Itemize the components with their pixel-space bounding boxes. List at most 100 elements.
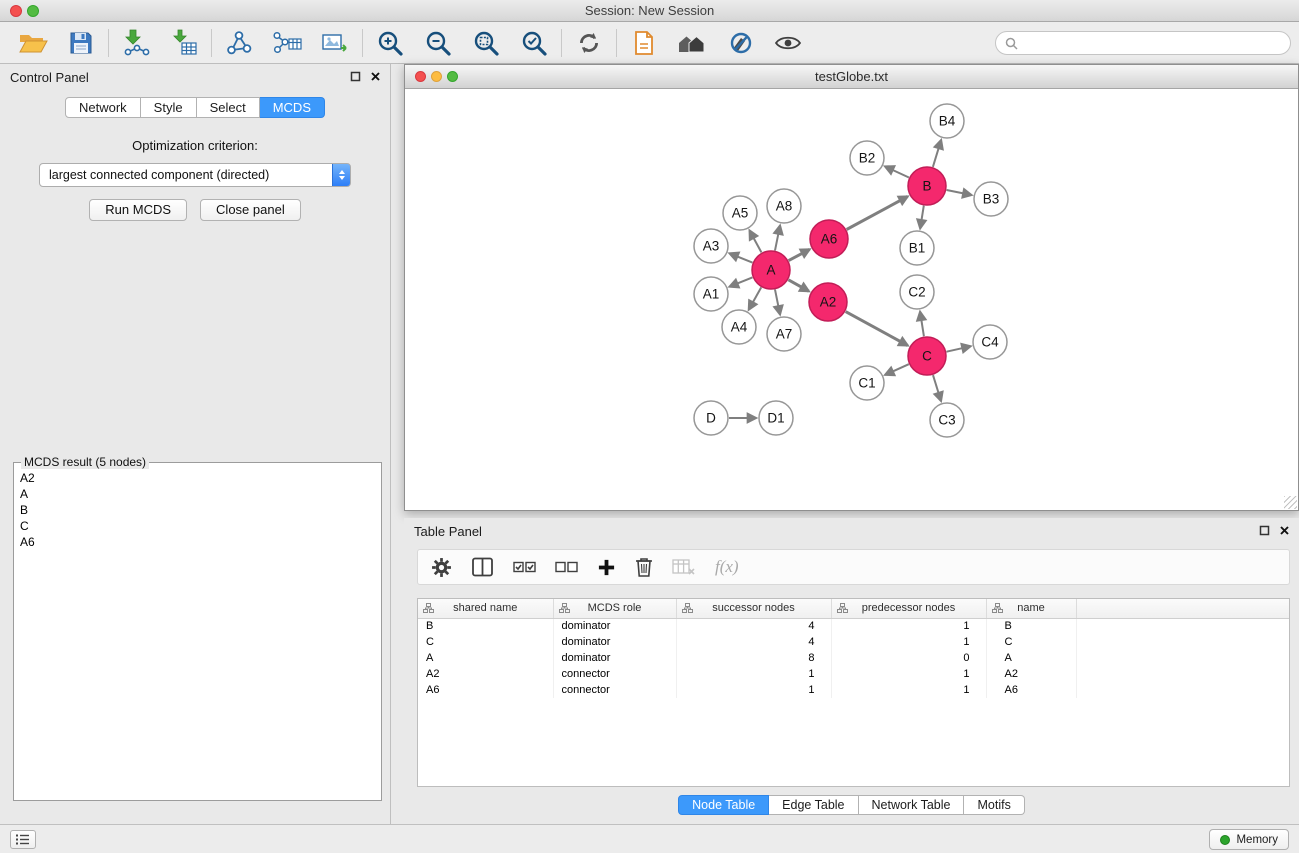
zoom-fit-icon[interactable] [470,27,502,59]
add-row-plus-icon[interactable] [597,558,616,577]
image-export-icon[interactable] [319,27,351,59]
table-row[interactable]: Cdominator41C [418,634,1289,650]
import-network-icon[interactable] [120,27,152,59]
mcds-result-item[interactable]: A2 [20,470,375,486]
tab-motifs[interactable]: Motifs [964,795,1024,815]
graph-edge-A-A6[interactable] [789,249,810,260]
graph-edge-A-A1[interactable] [730,277,753,286]
float-table-panel-icon[interactable] [1259,525,1270,536]
network-table-icon[interactable] [271,27,303,59]
graph-node-C4[interactable]: C4 [973,325,1007,359]
table-row[interactable]: A6connector11A6 [418,682,1289,698]
column-header-shared-name[interactable]: shared name [418,599,553,618]
refresh-icon[interactable] [573,27,605,59]
minimize-network-button[interactable] [431,71,442,82]
show-panels-button[interactable] [10,830,36,849]
graph-edge-C-C4[interactable] [947,346,971,351]
gear-icon[interactable] [431,557,452,578]
zoom-network-button[interactable] [447,71,458,82]
column-header-MCDS-role[interactable]: MCDS role [553,599,676,618]
graph-node-A[interactable]: A [752,251,790,289]
search-input[interactable] [1023,36,1281,50]
optimization-criterion-select[interactable]: largest connected component (directed) [39,163,351,187]
trash-icon[interactable] [635,556,653,578]
column-header-successor-nodes[interactable]: successor nodes [676,599,831,618]
tab-style[interactable]: Style [141,97,197,118]
home-houses-icon[interactable] [676,27,708,59]
network-window-titlebar[interactable]: testGlobe.txt [405,65,1298,89]
close-panel-button[interactable]: Close panel [200,199,301,221]
column-header-name[interactable]: name [986,599,1076,618]
graph-node-B3[interactable]: B3 [974,182,1008,216]
select-all-icon[interactable] [513,560,536,574]
graph-node-D[interactable]: D [694,401,728,435]
node-table[interactable]: shared nameMCDS rolesuccessor nodesprede… [417,598,1290,787]
graph-node-A6[interactable]: A6 [810,220,848,258]
graph-edge-B-B1[interactable] [920,206,924,229]
open-session-folder-icon[interactable] [17,27,49,59]
graph-node-A4[interactable]: A4 [722,310,756,344]
tab-network-table[interactable]: Network Table [859,795,965,815]
close-table-panel-icon[interactable] [1279,525,1290,536]
zoom-in-icon[interactable] [374,27,406,59]
graph-edge-A-A4[interactable] [749,287,761,309]
network-share-icon[interactable] [223,27,255,59]
table-row[interactable]: Adominator80A [418,650,1289,666]
graph-edge-A-A8[interactable] [775,226,780,251]
graph-node-C1[interactable]: C1 [850,366,884,400]
zoom-out-icon[interactable] [422,27,454,59]
eye-icon[interactable] [772,27,804,59]
mcds-result-item[interactable]: B [20,502,375,518]
save-session-icon[interactable] [65,27,97,59]
network-canvas[interactable]: B4B2BB3A5A8A6B1A3AC2A1A2A4A7C1CC4C3DD1 [405,89,1298,510]
tab-mcds[interactable]: MCDS [260,97,325,118]
mcds-result-item[interactable]: A6 [20,534,375,550]
table-row[interactable]: Bdominator41B [418,618,1289,634]
graph-edge-A2-C[interactable] [846,312,908,346]
graph-node-B1[interactable]: B1 [900,231,934,265]
resize-grip[interactable] [1284,496,1297,509]
network-graph[interactable]: B4B2BB3A5A8A6B1A3AC2A1A2A4A7C1CC4C3DD1 [405,89,1298,510]
report-document-icon[interactable] [628,27,660,59]
graph-edge-B-B2[interactable] [885,167,909,178]
graph-edge-B-B3[interactable] [947,190,972,195]
graph-node-A5[interactable]: A5 [723,196,757,230]
graph-node-A1[interactable]: A1 [694,277,728,311]
search-field[interactable] [995,31,1291,55]
zoom-selected-icon[interactable] [518,27,550,59]
column-header-predecessor-nodes[interactable]: predecessor nodes [831,599,986,618]
graph-edge-C-C3[interactable] [933,375,941,401]
show-columns-icon[interactable] [471,557,494,577]
tab-node-table[interactable]: Node Table [678,795,769,815]
memory-button[interactable]: Memory [1209,829,1289,850]
tab-edge-table[interactable]: Edge Table [769,795,858,815]
graph-node-D1[interactable]: D1 [759,401,793,435]
graph-node-C[interactable]: C [908,337,946,375]
float-panel-icon[interactable] [350,71,361,82]
close-window-button[interactable] [10,5,22,17]
graph-node-C2[interactable]: C2 [900,275,934,309]
graph-edge-A-A3[interactable] [730,253,753,262]
graph-edge-B-B4[interactable] [933,140,941,167]
close-panel-icon[interactable] [370,71,381,82]
unselect-all-icon[interactable] [555,560,578,574]
hide-details-icon[interactable] [724,27,756,59]
tab-network[interactable]: Network [65,97,141,118]
graph-node-B[interactable]: B [908,167,946,205]
mcds-result-item[interactable]: A [20,486,375,502]
graph-edge-A-A7[interactable] [775,290,780,315]
graph-node-A8[interactable]: A8 [767,189,801,223]
graph-edge-A6-B[interactable] [847,197,908,230]
table-row[interactable]: A2connector11A2 [418,666,1289,682]
graph-node-B4[interactable]: B4 [930,104,964,138]
graph-node-A3[interactable]: A3 [694,229,728,263]
close-network-button[interactable] [415,71,426,82]
tab-select[interactable]: Select [197,97,260,118]
graph-edge-C-C2[interactable] [920,312,924,336]
zoom-window-button[interactable] [27,5,39,17]
graph-edge-C-C1[interactable] [885,364,909,375]
graph-node-A7[interactable]: A7 [767,317,801,351]
import-table-icon[interactable] [168,27,200,59]
graph-node-C3[interactable]: C3 [930,403,964,437]
graph-edge-A-A2[interactable] [788,280,808,291]
